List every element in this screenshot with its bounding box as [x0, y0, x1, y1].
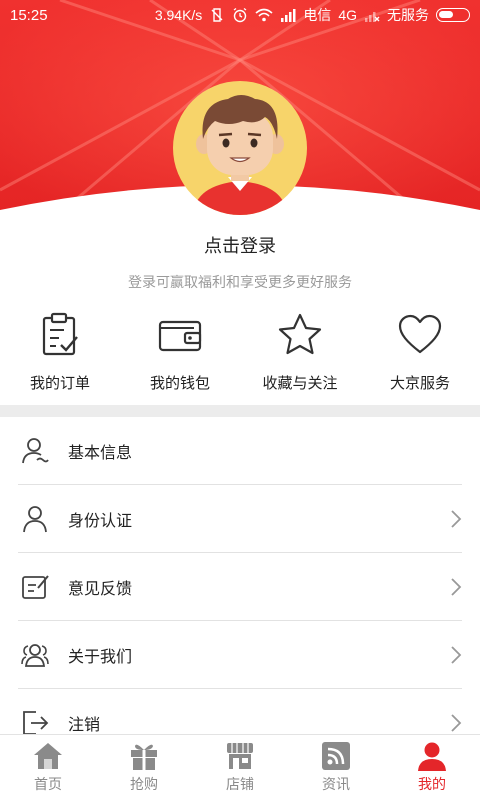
gift-icon — [131, 744, 157, 770]
store-icon — [227, 743, 253, 769]
menu-item-label: 注销 — [68, 715, 101, 734]
no-service-text: 无服务 — [387, 7, 429, 23]
alarm-icon — [233, 7, 247, 23]
tab-news[interactable]: 资讯 — [288, 735, 384, 800]
profile-icon — [418, 742, 446, 771]
menu-item-label: 身份认证 — [68, 511, 133, 530]
quick-actions: 我的订单 我的钱包 收藏与关注 大京服务 — [0, 308, 480, 398]
menu-item-label: 意见反馈 — [68, 579, 133, 598]
menu-item-label: 关于我们 — [68, 647, 133, 666]
tab-me[interactable]: 我的 — [384, 735, 480, 800]
heart-icon — [398, 314, 442, 354]
menu-item-basic-info[interactable]: 基本信息 — [0, 417, 480, 485]
menu-list: 基本信息 身份认证 意见反馈 关于我们 注销 — [0, 417, 480, 757]
profile-header: 15:25 3.94K/s 电信 4G 无服务 — [0, 0, 480, 225]
carrier-name: 电信 — [303, 7, 332, 23]
tab-label: 资讯 — [322, 777, 350, 793]
tab-flash-sale[interactable]: 抢购 — [96, 735, 192, 800]
chevron-right-icon — [451, 714, 462, 732]
chevron-right-icon — [451, 646, 462, 664]
login-hint: 登录可赢取福利和享受更多更好服务 — [128, 275, 352, 291]
menu-item-label: 基本信息 — [68, 443, 133, 462]
quick-action-service[interactable]: 大京服务 — [360, 308, 480, 398]
chevron-right-icon — [451, 510, 462, 528]
quick-action-label: 大京服务 — [389, 374, 450, 392]
status-indicators: 3.94K/s 电信 4G 无服务 — [155, 5, 470, 25]
tab-home[interactable]: 首页 — [0, 735, 96, 800]
quick-action-favorites[interactable]: 收藏与关注 — [240, 308, 360, 398]
network-type: 4G — [338, 7, 357, 23]
menu-item-identity[interactable]: 身份认证 — [0, 485, 480, 553]
battery-icon — [436, 8, 470, 22]
tab-label: 我的 — [418, 777, 446, 793]
login-button[interactable]: 点击登录 — [0, 232, 480, 258]
user-info-icon — [22, 438, 49, 464]
user-icon — [23, 506, 47, 533]
vibrate-icon — [211, 8, 223, 22]
network-speed: 3.94K/s — [154, 7, 203, 23]
quick-action-orders[interactable]: 我的订单 — [0, 308, 120, 398]
chevron-right-icon — [451, 578, 462, 596]
no-signal-icon — [365, 12, 380, 22]
wifi-icon — [255, 8, 273, 22]
quick-action-wallet[interactable]: 我的钱包 — [120, 308, 240, 398]
clipboard-check-icon — [42, 312, 78, 356]
signal-icon — [281, 9, 296, 22]
status-bar: 15:25 3.94K/s 电信 4G 无服务 — [0, 0, 480, 30]
tab-label: 抢购 — [130, 777, 158, 793]
quick-action-label: 收藏与关注 — [262, 374, 338, 392]
feedback-icon — [22, 575, 49, 599]
menu-item-feedback[interactable]: 意见反馈 — [0, 553, 480, 621]
section-divider — [0, 405, 480, 417]
tab-store[interactable]: 店铺 — [192, 735, 288, 800]
wallet-icon — [158, 320, 202, 352]
tab-label: 首页 — [34, 777, 62, 793]
menu-item-about[interactable]: 关于我们 — [0, 621, 480, 689]
home-icon — [34, 743, 62, 769]
star-icon — [278, 313, 322, 355]
tab-label: 店铺 — [226, 777, 254, 793]
avatar[interactable] — [173, 81, 307, 215]
bottom-tab-bar: 首页 抢购 店铺 资讯 我的 — [0, 734, 480, 800]
status-time: 15:25 — [10, 6, 48, 24]
quick-action-label: 我的钱包 — [149, 374, 210, 392]
group-icon — [21, 644, 49, 667]
quick-action-label: 我的订单 — [29, 374, 90, 392]
news-icon — [322, 742, 350, 770]
